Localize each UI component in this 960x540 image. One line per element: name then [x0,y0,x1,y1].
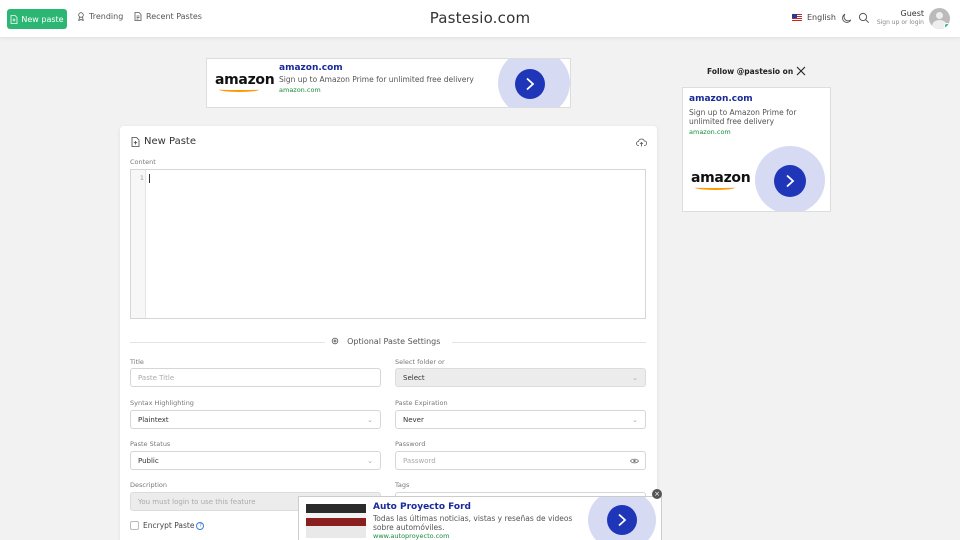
brand-logo[interactable]: Pastesio.com [430,9,531,27]
ad-go-button[interactable] [515,69,545,99]
bottom-ad-banner[interactable]: Auto Proyecto Ford Todas las últimas not… [298,496,662,540]
chevron-right-icon [526,77,535,91]
optional-settings-heading: Optional Paste Settings [324,337,453,346]
folder-select-value: Select [403,373,425,382]
chevron-right-icon [786,174,795,188]
file-plus-icon [131,136,140,147]
status-select-value: Public [138,456,159,465]
folder-label: Select folder or [395,358,445,366]
us-flag-icon [792,14,802,21]
award-icon [78,12,84,21]
ad-title[interactable]: amazon.com [689,94,753,104]
file-plus-icon [10,14,18,24]
x-logo-icon [796,66,806,76]
new-paste-card: New Paste Content 1 Optional Paste Setti… [120,126,657,540]
nav-trending[interactable]: Trending [77,12,123,21]
encrypt-label: Encrypt Paste ? [143,521,205,530]
password-label: Password [395,440,426,448]
user-menu[interactable]: Guest Sign up or login [877,9,924,26]
title-label: Title [130,358,144,366]
user-login-link[interactable]: Sign up or login [877,19,924,26]
sidebar-ad[interactable]: amazon.com Sign up to Amazon Prime for u… [682,87,831,212]
amazon-smile-icon [219,87,259,92]
syntax-select[interactable]: Plaintext ⌄ [130,410,381,429]
amazon-logo: amazon [691,170,751,186]
language-selector[interactable]: English [792,13,836,22]
language-label: English [807,13,836,22]
password-input[interactable]: Password [395,451,646,470]
description-label: Description [130,481,168,489]
amazon-smile-icon [695,185,735,190]
syntax-select-value: Plaintext [138,415,169,424]
document-icon [134,12,142,21]
ad-go-button[interactable] [774,165,806,197]
expiration-select-value: Never [403,415,424,424]
nav-recent-pastes[interactable]: Recent Pastes [134,12,202,21]
nav-recent-label: Recent Pastes [146,12,202,21]
follow-label: Follow @pastesio on [707,66,794,76]
paste-title-input[interactable]: Paste Title [130,368,381,387]
search-icon[interactable] [858,12,870,24]
amazon-logo: amazon [215,72,275,88]
ad-title[interactable]: amazon.com [279,63,343,73]
close-ad-button[interactable]: × [652,489,662,499]
content-editor[interactable]: 1 [130,169,646,319]
ad-text: Sign up to Amazon Prime for unlimited fr… [689,108,797,126]
ad-thumbnail [306,504,366,538]
chevron-down-icon: ⌄ [367,416,373,424]
content-label: Content [130,158,156,166]
chevron-down-icon: ⌄ [632,416,638,424]
ad-text: Sign up to Amazon Prime for unlimited fr… [279,75,474,84]
online-status-dot [944,23,950,29]
status-label: Paste Status [130,440,171,448]
line-number: 1 [139,174,144,182]
top-navigation-bar: New paste Trending Recent Pastes Pastesi… [0,0,960,38]
ad-title[interactable]: Auto Proyecto Ford [373,502,471,512]
ad-go-button[interactable] [607,505,637,535]
ad-text: Todas las últimas noticias, vistas y res… [373,514,573,532]
top-ad-banner[interactable]: amazon amazon.com Sign up to Amazon Prim… [206,58,571,108]
folder-select[interactable]: Select ⌄ [395,368,646,387]
new-paste-label: New paste [21,14,64,24]
chevron-down-icon: ⌄ [632,374,638,382]
line-gutter: 1 [131,170,146,318]
chevron-down-icon: ⌄ [367,457,373,465]
avatar[interactable] [929,8,950,29]
text-caret [149,174,150,183]
expiration-select[interactable]: Never ⌄ [395,410,646,429]
close-icon: × [654,490,660,498]
syntax-label: Syntax Highlighting [130,399,194,407]
expiration-label: Paste Expiration [395,399,448,407]
ad-url[interactable]: www.autoproyecto.com [373,532,449,540]
card-title-text: New Paste [144,136,196,147]
status-select[interactable]: Public ⌄ [130,451,381,470]
encrypt-checkbox[interactable] [130,521,139,530]
chevron-right-icon [618,513,627,527]
moon-icon[interactable] [841,12,853,24]
follow-widget[interactable]: Follow @pastesio on [707,66,806,76]
tags-label: Tags [395,481,410,489]
eye-icon[interactable] [630,457,639,465]
card-title: New Paste [131,136,196,147]
ad-url[interactable]: amazon.com [689,128,731,136]
user-name: Guest [900,9,925,18]
new-paste-button[interactable]: New paste [7,9,67,29]
gear-icon [331,337,338,345]
ad-url[interactable]: amazon.com [279,86,321,94]
help-icon[interactable]: ? [196,521,205,530]
nav-trending-label: Trending [89,12,124,21]
cloud-upload-icon[interactable] [636,137,647,148]
